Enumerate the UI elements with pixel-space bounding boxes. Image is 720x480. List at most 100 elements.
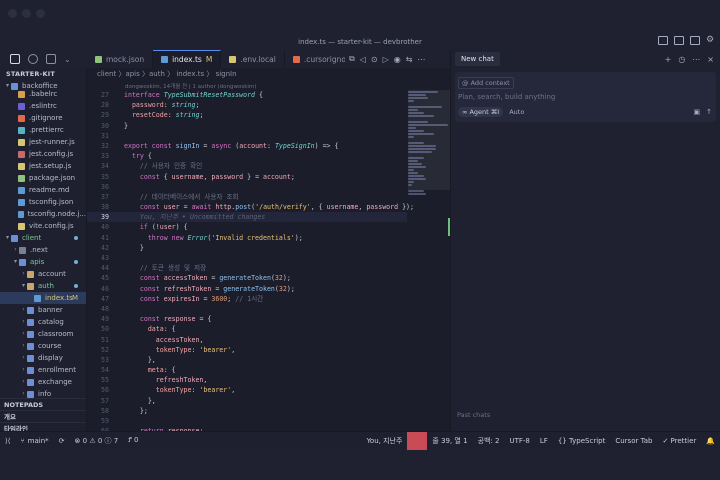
compare-icon[interactable]: ⊙ [371,55,378,64]
code-line[interactable]: 44 // 토큰 생성 및 저장 [87,263,407,273]
send-icon[interactable]: ↑ [706,108,712,116]
file-row[interactable]: .prettierrc [0,124,86,136]
go-forward-icon[interactable]: ▷ [383,55,389,64]
section-timeline[interactable]: 타임라인 [0,422,86,431]
code-line[interactable]: 52 tokenType: 'bearer', [87,345,407,355]
folder-row[interactable]: › exchange [0,376,86,388]
file-row[interactable]: package.json [0,172,86,184]
notifications-icon[interactable]: 🔔 [701,432,720,450]
problems-indicator[interactable]: ⊗ 0 ⚠ 0 ⓘ 7 [70,432,124,450]
folder-row[interactable]: › catalog [0,316,86,328]
toggle-sidebar-icon[interactable] [658,36,668,45]
split-editor-icon[interactable]: ⧉ [349,54,355,64]
code-line[interactable]: 33 try { [87,151,407,161]
tab-new-chat[interactable]: New chat [455,52,500,66]
file-row[interactable]: .eslintrc [0,100,86,112]
breadcrumb[interactable]: client 〉apis 〉auth 〉 index.ts 〉 signIn [87,68,450,81]
open-changes-icon[interactable]: ⇆ [406,55,413,64]
folder-client[interactable]: ▾ client [0,232,86,244]
past-chats-label[interactable]: Past chats [457,411,490,419]
folder-row[interactable]: › banner [0,304,86,316]
file-row[interactable]: tsconfig.node.j... [0,208,86,220]
code-line[interactable]: 46 const refreshToken = generateToken(32… [87,284,407,294]
file-row[interactable]: readme.md [0,184,86,196]
add-context-button[interactable]: @ Add context [458,77,514,89]
customize-layout-icon[interactable]: ⚙ [706,36,716,45]
maximize-window-button[interactable] [36,9,45,18]
close-window-button[interactable] [8,9,17,18]
file-index-ts[interactable]: index.ts M [0,292,86,304]
code-line[interactable]: 28 password: string; [87,100,407,110]
code-line[interactable]: 59 [87,416,407,426]
line-ending[interactable]: LF [535,432,553,450]
prettier-status[interactable]: ✓ Prettier [657,432,701,450]
file-row[interactable]: jest-runner.js [0,136,86,148]
sync-button[interactable]: ⟳ [54,432,70,450]
cursor-tab-status[interactable]: Cursor Tab [610,432,657,450]
code-line[interactable]: 54 meta: { [87,365,407,375]
tab-1[interactable]: index.ts M [153,50,222,68]
indentation[interactable]: 공백: 2 [473,432,505,450]
section-notepads[interactable]: NOTEPADS [0,398,86,410]
code-line[interactable]: 40 if (!user) { [87,222,407,232]
code-editor[interactable]: client 〉apis 〉auth 〉 index.ts 〉 signIn d… [87,68,450,431]
folder-auth[interactable]: ▾ auth [0,280,86,292]
code-line[interactable]: 48 [87,304,407,314]
minimap-viewport[interactable] [408,90,450,190]
folder-row[interactable]: › display [0,352,86,364]
code-line[interactable]: 55 refreshToken, [87,375,407,385]
section-outline[interactable]: 개요 [0,410,86,422]
more-actions-icon[interactable]: ⋯ [417,55,425,64]
tab-0[interactable]: mock.json [87,50,154,68]
code-line[interactable]: 51 accessToken, [87,335,407,345]
error-lens-badge[interactable] [407,431,428,450]
code-line[interactable]: 31 [87,131,407,141]
code-line[interactable]: 35 const { username, password } = accoun… [87,172,407,182]
file-row[interactable]: jest.config.js [0,148,86,160]
folder-row[interactable]: › classroom [0,328,86,340]
language-mode[interactable]: {} TypeScript [553,432,611,450]
minimap[interactable] [408,90,450,430]
go-back-icon[interactable]: ◁ [360,55,366,64]
code-line[interactable]: 30} [87,121,407,131]
encoding[interactable]: UTF-8 [504,432,534,450]
folder-row[interactable]: › enrollment [0,364,86,376]
code-line[interactable]: 34 // 사용자 인증 확인 [87,161,407,171]
code-line[interactable]: 29 resetCode: string; [87,110,407,120]
branch-indicator[interactable]: ⑂ main* [15,432,53,450]
code-area[interactable]: 27 interface TypeSubmitResetPassword {28 … [87,90,414,431]
file-row[interactable]: tsconfig.json [0,196,86,208]
remote-icon[interactable]: ⟩⟨ [0,432,15,450]
close-icon[interactable]: × [707,55,714,64]
more-icon[interactable]: ⋯ [692,55,700,64]
code-line[interactable]: 49 const response = { [87,314,407,324]
add-chat-icon[interactable]: + [665,55,672,64]
code-line[interactable]: 43 [87,253,407,263]
code-line[interactable]: 27 interface TypeSubmitResetPassword { [87,90,407,100]
folder-next[interactable]: › .next [0,244,86,256]
folder-account[interactable]: › account [0,268,86,280]
chevron-down-icon[interactable]: ⌄ [64,55,71,64]
code-line[interactable]: 50 data: { [87,324,407,334]
agent-mode-select[interactable]: ∞ Agent ⌘I [458,107,504,117]
folder-apis[interactable]: ▾ apis [0,256,86,268]
code-line[interactable]: 39 You, 지난주 • Uncommitted changes [87,212,407,223]
code-line[interactable]: 36 [87,182,407,192]
code-line[interactable]: 47 const expiresIn = 3600; // 1시간 [87,294,407,304]
code-line[interactable]: 45 const accessToken = generateToken(32)… [87,273,407,283]
minimize-window-button[interactable] [22,9,31,18]
explorer-icon[interactable] [10,54,20,64]
cursor-position[interactable]: 줄 39, 열 1 [427,432,472,450]
code-line[interactable]: 42 } [87,243,407,253]
file-row[interactable]: jest.setup.js [0,160,86,172]
file-row[interactable]: vite.config.js [0,220,86,232]
code-line[interactable]: 57 }, [87,396,407,406]
model-select[interactable]: Auto [509,108,524,116]
toggle-panel-icon[interactable] [674,36,684,45]
chat-input-placeholder[interactable]: Plan, search, build anything [458,93,555,101]
run-icon[interactable]: ◉ [394,55,401,64]
file-row[interactable]: .gitignore [0,112,86,124]
folder-row[interactable]: › course [0,340,86,352]
chat-composer[interactable]: @ Add context Plan, search, build anythi… [455,72,716,122]
code-line[interactable]: 32 export const signIn = async (account: … [87,141,407,151]
